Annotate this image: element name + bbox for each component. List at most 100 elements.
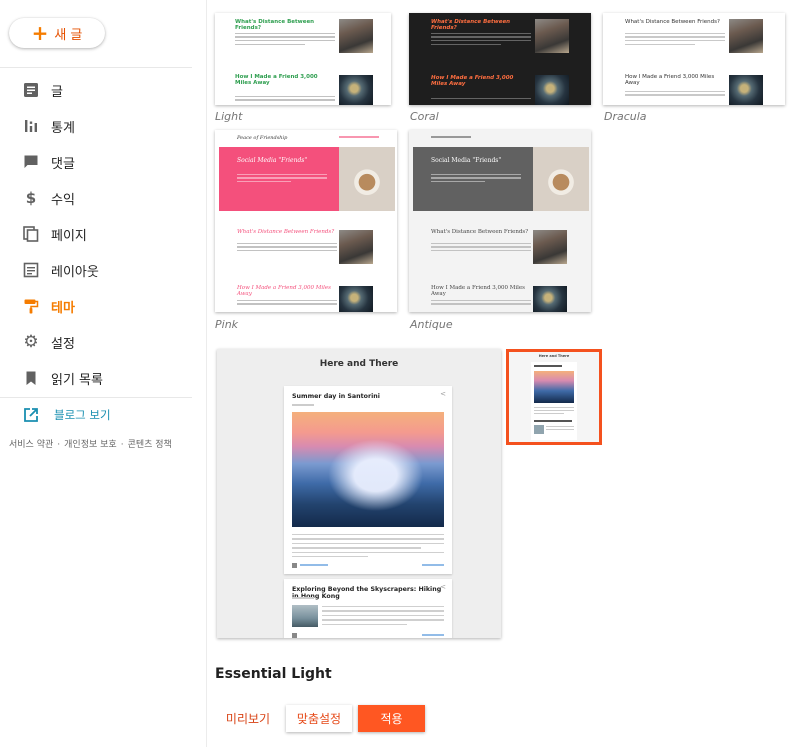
thumb-image bbox=[339, 19, 373, 53]
sidebar-item-label: 수익 bbox=[51, 192, 75, 208]
thumb-text-lines bbox=[625, 88, 725, 98]
thumb-post-title: What's Distance Between Friends? bbox=[625, 19, 720, 25]
thumb-text-lines bbox=[237, 297, 337, 307]
sidebar-item-posts[interactable]: 글 bbox=[0, 73, 192, 107]
plus-icon: + bbox=[31, 21, 49, 45]
thumb-blog-title: Peace of Friendship bbox=[237, 135, 288, 141]
mini-text-line bbox=[546, 426, 574, 427]
thumb-image bbox=[339, 286, 373, 312]
thumb-image bbox=[729, 19, 763, 53]
theme-label-light: Light bbox=[215, 110, 243, 123]
sidebar-item-label: 페이지 bbox=[51, 228, 87, 244]
sidebar-item-label: 설정 bbox=[51, 336, 75, 352]
mini-text-line bbox=[546, 429, 574, 430]
customize-button[interactable]: 맞춤설정 bbox=[286, 705, 352, 732]
sidebar-item-earnings[interactable]: $ 수익 bbox=[0, 181, 192, 215]
sidebar-item-layout[interactable]: 레이아웃 bbox=[0, 253, 192, 287]
mini-post-image bbox=[534, 371, 574, 403]
thumb-post-title: How I Made a Friend 3,000 Miles Away bbox=[625, 74, 715, 86]
thumb-text-lines bbox=[431, 297, 531, 307]
preview-blog-title: Here and There bbox=[319, 359, 399, 369]
apply-button[interactable]: 적용 bbox=[358, 705, 425, 732]
thumb-hero: Social Media "Friends" bbox=[413, 147, 533, 211]
new-post-label: 새 글 bbox=[54, 27, 83, 43]
read-more-link bbox=[422, 634, 444, 636]
content-policy-link[interactable]: 콘텐츠 정책 bbox=[128, 440, 172, 450]
stats-icon bbox=[22, 117, 40, 135]
selected-theme-thumb[interactable]: Here and There bbox=[506, 349, 602, 445]
preview-post-image bbox=[292, 605, 318, 627]
sidebar-item-label: 읽기 목록 bbox=[51, 372, 103, 388]
sidebar-item-settings[interactable]: ⚙ 설정 bbox=[0, 325, 192, 359]
thumb-image bbox=[533, 230, 567, 264]
read-more-link bbox=[422, 564, 444, 566]
bookmark-icon bbox=[22, 369, 40, 387]
share-icon: < bbox=[440, 583, 446, 591]
sidebar-item-label: 통계 bbox=[51, 120, 75, 136]
thumb-image bbox=[339, 147, 395, 211]
author-link bbox=[300, 564, 328, 566]
theme-label-dracula: Dracula bbox=[604, 110, 647, 123]
privacy-link[interactable]: 개인정보 보호 bbox=[64, 440, 117, 450]
share-icon: < bbox=[440, 390, 446, 398]
thumb-post-title: How I Made a Friend 3,000 Miles Away bbox=[431, 75, 514, 87]
thumb-nav bbox=[339, 136, 379, 138]
mini-text-line bbox=[534, 407, 574, 408]
preview-button[interactable]: 미리보기 bbox=[220, 705, 276, 732]
thumb-text-lines bbox=[625, 30, 725, 48]
theme-preview: Here and There Summer day in Santorini <… bbox=[217, 349, 501, 638]
mini-post-title bbox=[534, 365, 562, 367]
thumb-hero-title: Social Media "Friends" bbox=[431, 157, 502, 164]
sidebar-item-comments[interactable]: 댓글 bbox=[0, 145, 192, 179]
thumb-image bbox=[729, 75, 763, 105]
sidebar-item-label: 테마 bbox=[51, 300, 75, 316]
theme-thumb-coral[interactable]: What's Distance Between Friends? How I M… bbox=[409, 13, 591, 105]
thumb-image bbox=[339, 75, 373, 105]
thumb-hero: Social Media "Friends" bbox=[219, 147, 339, 211]
open-external-icon bbox=[22, 406, 40, 424]
sidebar-item-stats[interactable]: 통계 bbox=[0, 109, 192, 143]
thumb-text-lines bbox=[431, 171, 521, 185]
theme-thumb-pink[interactable]: Peace of Friendship Social Media "Friend… bbox=[215, 130, 397, 312]
thumb-post-title: How I Made a Friend 3,000 Miles Away bbox=[431, 285, 525, 297]
paint-roller-icon bbox=[22, 297, 40, 315]
mini-text-line bbox=[534, 410, 574, 411]
separator: · bbox=[57, 440, 61, 450]
preview-post-title: Summer day in Santorini bbox=[292, 393, 380, 400]
thumb-text-lines bbox=[431, 240, 531, 254]
thumb-post-title: How I Made a Friend 3,000 Miles Away bbox=[237, 285, 331, 297]
view-blog-link[interactable]: 블로그 보기 bbox=[0, 398, 192, 432]
thumb-image bbox=[533, 147, 589, 211]
sidebar-item-reading-list[interactable]: 읽기 목록 bbox=[0, 361, 192, 395]
post-date-bar bbox=[292, 597, 314, 599]
post-date-bar bbox=[292, 404, 314, 406]
view-blog-label: 블로그 보기 bbox=[54, 408, 111, 422]
footer-links: 서비스 약관 · 개인정보 보호 · 콘텐츠 정책 bbox=[9, 437, 172, 450]
posts-icon bbox=[22, 81, 40, 99]
sidebar-item-theme[interactable]: 테마 bbox=[0, 289, 192, 323]
theme-thumb-light[interactable]: What's Distance Between Friends? How I M… bbox=[215, 13, 391, 105]
terms-link[interactable]: 서비스 약관 bbox=[9, 440, 53, 450]
thumb-text-lines bbox=[431, 95, 531, 101]
preview-post-image bbox=[292, 412, 444, 527]
new-post-button[interactable]: + 새 글 bbox=[9, 18, 105, 48]
avatar bbox=[292, 633, 297, 638]
pages-icon bbox=[22, 225, 40, 243]
dollar-icon: $ bbox=[25, 189, 37, 207]
mini-post-title bbox=[534, 420, 572, 422]
selected-theme-name: Essential Light bbox=[215, 666, 332, 682]
sidebar: + 새 글 글 통계 댓글 $ 수익 페이지 레이아웃 테마 ⚙ 설정 읽기 목… bbox=[0, 0, 206, 747]
thumb-text-lines bbox=[237, 240, 337, 254]
thumb-text-lines bbox=[431, 30, 531, 48]
divider bbox=[0, 67, 192, 68]
mini-text-line bbox=[534, 413, 564, 414]
thumb-post-title: What's Distance Between Friends? bbox=[431, 229, 529, 235]
sidebar-item-pages[interactable]: 페이지 bbox=[0, 217, 192, 251]
theme-thumb-dracula[interactable]: What's Distance Between Friends? How I M… bbox=[603, 13, 785, 105]
thumb-post-title: How I Made a Friend 3,000 Miles Away bbox=[235, 74, 318, 86]
thumb-hero-title: Social Media "Friends" bbox=[237, 157, 308, 164]
mini-post-image bbox=[534, 425, 544, 434]
comments-icon bbox=[22, 153, 40, 171]
theme-thumb-antique[interactable]: Social Media "Friends" What's Distance B… bbox=[409, 130, 591, 312]
theme-label-antique: Antique bbox=[410, 318, 453, 331]
